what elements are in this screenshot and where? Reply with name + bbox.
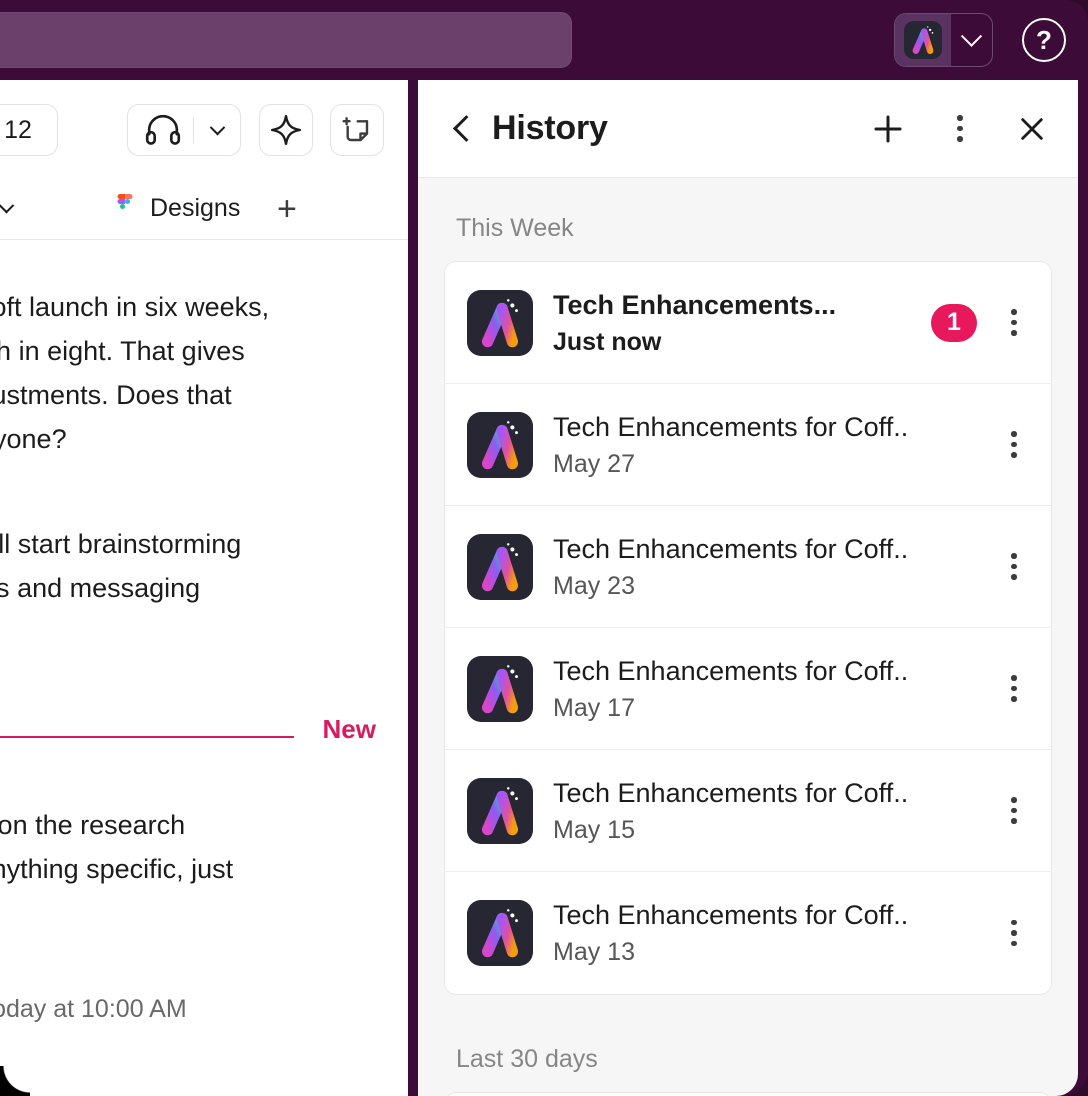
kebab-menu-icon[interactable] <box>997 920 1031 947</box>
history-panel: History This Week <box>418 80 1078 1096</box>
kebab-menu-icon[interactable] <box>997 553 1031 580</box>
message-text: eed anything specific, just <box>0 847 408 891</box>
workspace-avatar-button[interactable] <box>895 13 951 67</box>
message-timestamp: :30 AM <box>0 768 408 795</box>
huddle-button[interactable] <box>127 104 241 156</box>
message-item: :30 AM osted on the research eed anythin… <box>0 738 408 891</box>
conversation-panel: 12 <box>0 80 408 1096</box>
chevron-down-icon[interactable] <box>210 119 226 135</box>
add-tab-button[interactable]: + <box>277 192 297 226</box>
help-glyph: ? <box>1036 27 1052 53</box>
figma-icon <box>114 194 136 224</box>
members-count: 12 <box>4 116 32 145</box>
chevron-left-icon[interactable] <box>446 112 480 146</box>
list-item-title: Tech Enhancements... <box>553 287 911 323</box>
app-logo-icon <box>467 656 533 722</box>
list-item-title: Tech Enhancements for Coff.. <box>553 409 977 445</box>
list-item-date: May 27 <box>553 447 977 481</box>
kebab-menu-icon[interactable] <box>997 675 1031 702</box>
list-item-date: May 23 <box>553 569 977 603</box>
section-label-this-week: This Week <box>444 178 1052 261</box>
list-item[interactable]: Tech Enhancements... Just now 1 <box>445 262 1051 384</box>
tab-designs[interactable]: Designs <box>114 194 240 224</box>
list-item-text: Tech Enhancements for Coff.. May 17 <box>553 653 977 725</box>
history-body[interactable]: This Week Tech Enhanc <box>418 178 1078 1096</box>
message-text: or a soft launch in six weeks, <box>0 285 408 329</box>
thread-reply-text: reply today at 10:00 AM <box>0 995 408 1024</box>
message-text: aglines and messaging <box>0 566 408 610</box>
list-item-title: Tech Enhancements for Coff.. <box>553 897 977 933</box>
message-text: Zoe. I'll start brainstorming <box>0 522 408 566</box>
list-item-title: Tech Enhancements for Coff.. <box>553 775 977 811</box>
members-button[interactable]: 12 <box>0 104 58 156</box>
list-item[interactable]: Tech Enhancements for Coff.. May 17 <box>445 628 1051 750</box>
list-item-date: May 15 <box>553 813 977 847</box>
list-item[interactable]: Tech Enhancements for Coff.. May 27 <box>445 384 1051 506</box>
app-logo-icon <box>467 778 533 844</box>
list-item-text: Tech Enhancements for Coff.. May 23 <box>553 531 977 603</box>
list-item-text: Tech Enhancements for Coff.. May 13 <box>553 897 977 969</box>
history-header-actions <box>866 107 1054 151</box>
sparkle-icon <box>270 114 302 146</box>
history-card-this-week: Tech Enhancements... Just now 1 <box>444 261 1052 995</box>
panel-seam <box>408 80 418 1096</box>
message-text: or adjustments. Does that <box>0 373 408 417</box>
list-item-date: May 13 <box>553 935 977 969</box>
new-messages-divider: New <box>0 736 294 738</box>
list-item-title: Tech Enhancements for Coff.. <box>553 531 977 567</box>
list-item[interactable]: Tech Enhancements for Coff.. May 13 <box>445 872 1051 994</box>
status-badge: 1 <box>931 304 977 342</box>
tab-sources[interactable]: urces <box>0 194 12 223</box>
message-list: :27 AM or a soft launch in six weeks, la… <box>0 240 408 1096</box>
conversation-tabs: urces Designs + <box>0 178 408 240</box>
top-bar: ? <box>0 0 1088 80</box>
divider <box>193 117 194 143</box>
app-logo-icon <box>904 21 942 59</box>
new-messages-label: New <box>323 714 376 745</box>
message-item: :27 AM or a soft launch in six weeks, la… <box>0 240 408 461</box>
workspace-chevron-button[interactable] <box>951 13 992 67</box>
list-item-text: Tech Enhancements... Just now <box>553 287 911 359</box>
headphones-icon <box>145 114 181 146</box>
history-card-last-30-days <box>444 1092 1052 1096</box>
ai-assistant-button[interactable] <box>259 104 313 156</box>
list-item-text: Tech Enhancements for Coff.. May 27 <box>553 409 977 481</box>
kebab-menu-icon[interactable] <box>997 309 1031 336</box>
search-input[interactable] <box>0 12 572 68</box>
thread-reply-meta[interactable]: reply today at 10:00 AM <box>0 891 408 1024</box>
history-header: History <box>418 80 1078 178</box>
message-item: 7 PM Zoe. I'll start brainstorming aglin… <box>0 461 408 610</box>
new-canvas-icon <box>341 114 373 146</box>
message-text: launch in eight. That gives <box>0 329 408 373</box>
app-logo-icon <box>467 900 533 966</box>
list-item-text: Tech Enhancements for Coff.. May 15 <box>553 775 977 847</box>
conversation-toolbar: 12 <box>0 80 408 178</box>
list-item-date: May 17 <box>553 691 977 725</box>
close-icon[interactable] <box>1010 107 1054 151</box>
chevron-down-icon <box>961 25 982 46</box>
list-item-date: Just now <box>553 325 911 359</box>
list-item-title: Tech Enhancements for Coff.. <box>553 653 977 689</box>
kebab-menu-icon[interactable] <box>938 107 982 151</box>
message-text: osted on the research <box>0 803 408 847</box>
page-title: History <box>492 109 608 148</box>
app-logo-icon <box>467 412 533 478</box>
message-timestamp: 7 PM <box>0 487 408 514</box>
help-circle-icon[interactable]: ? <box>1022 18 1066 62</box>
chevron-down-icon <box>0 198 14 214</box>
list-item[interactable]: Tech Enhancements for Coff.. May 15 <box>445 750 1051 872</box>
new-canvas-button[interactable] <box>330 104 384 156</box>
kebab-menu-icon[interactable] <box>997 431 1031 458</box>
section-label-last-30-days: Last 30 days <box>444 995 1052 1092</box>
kebab-menu-icon[interactable] <box>997 797 1031 824</box>
tab-designs-label: Designs <box>150 194 240 223</box>
app-logo-icon <box>467 290 533 356</box>
screen-root: ? 12 <box>0 0 1088 1096</box>
plus-icon[interactable] <box>866 107 910 151</box>
app-logo-icon <box>467 534 533 600</box>
workspace-switcher[interactable] <box>894 13 993 67</box>
message-text: r everyone? <box>0 417 408 461</box>
list-item[interactable]: Tech Enhancements for Coff.. May 23 <box>445 506 1051 628</box>
message-timestamp: :27 AM <box>0 250 408 277</box>
